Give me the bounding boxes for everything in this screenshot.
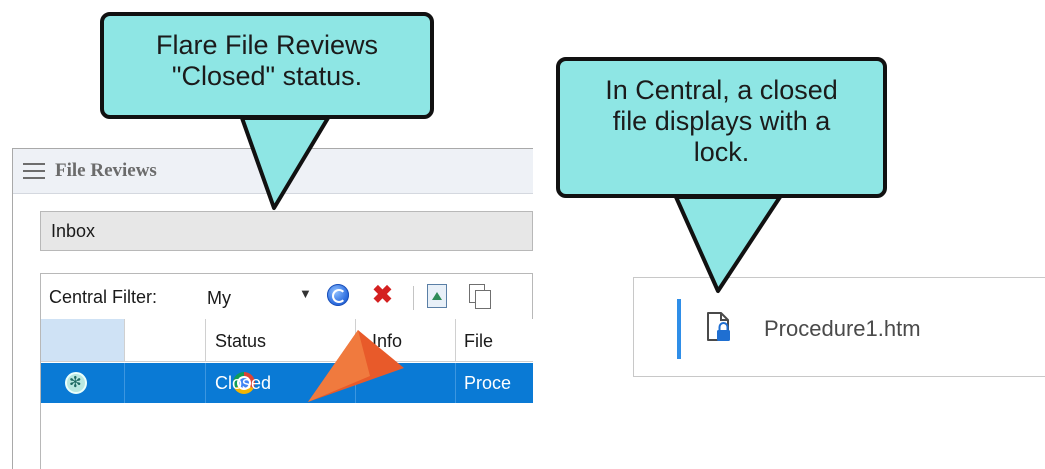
table-row[interactable]: Closed Proce xyxy=(41,363,533,403)
callout-central-line3: lock. xyxy=(693,137,750,167)
panel-title: File Reviews xyxy=(55,160,157,181)
callout-flare-line2: "Closed" status. xyxy=(171,61,363,91)
delete-x-icon[interactable]: ✖ xyxy=(372,280,393,310)
file-lock-icon xyxy=(707,312,730,341)
file-cell: Proce xyxy=(464,373,512,393)
refresh-icon[interactable] xyxy=(327,284,349,306)
inbox-dropdown[interactable]: Inbox xyxy=(40,211,533,251)
review-status-icon xyxy=(65,372,87,394)
central-filter-select[interactable]: My xyxy=(207,288,231,309)
callout-central-line2: file displays with a xyxy=(612,106,831,136)
callout-tail-central xyxy=(674,195,782,293)
orange-pointer-arrow xyxy=(308,330,404,402)
grid-header-row: Status Info File xyxy=(41,319,533,363)
selection-indicator xyxy=(677,299,681,359)
column-header-icon1[interactable] xyxy=(41,319,125,362)
callout-central-line1: In Central, a closed xyxy=(605,75,838,105)
central-filter-label: Central Filter: xyxy=(49,287,158,307)
column-header-icon2[interactable] xyxy=(125,319,206,362)
callout-tail-flare xyxy=(240,116,330,210)
copy-icon[interactable] xyxy=(469,284,491,309)
column-header-file[interactable]: File xyxy=(456,319,533,362)
file-reviews-grid: Status Info File Closed Proce xyxy=(40,319,533,469)
callout-flare-line1: Flare File Reviews xyxy=(155,30,379,60)
file-name[interactable]: Procedure1.htm xyxy=(764,316,921,342)
callout-flare-status: Flare File Reviews "Closed" status. xyxy=(100,12,434,119)
callout-central-lock: In Central, a closed file displays with … xyxy=(556,57,887,198)
chevron-down-icon[interactable]: ▼ xyxy=(299,286,312,301)
inbox-value: Inbox xyxy=(51,221,96,241)
toolbar-separator xyxy=(413,286,414,310)
upload-icon[interactable] xyxy=(427,284,447,308)
central-filter-toolbar: Central Filter: My ▼ ✖ xyxy=(40,273,533,319)
hamburger-icon[interactable] xyxy=(23,163,45,179)
